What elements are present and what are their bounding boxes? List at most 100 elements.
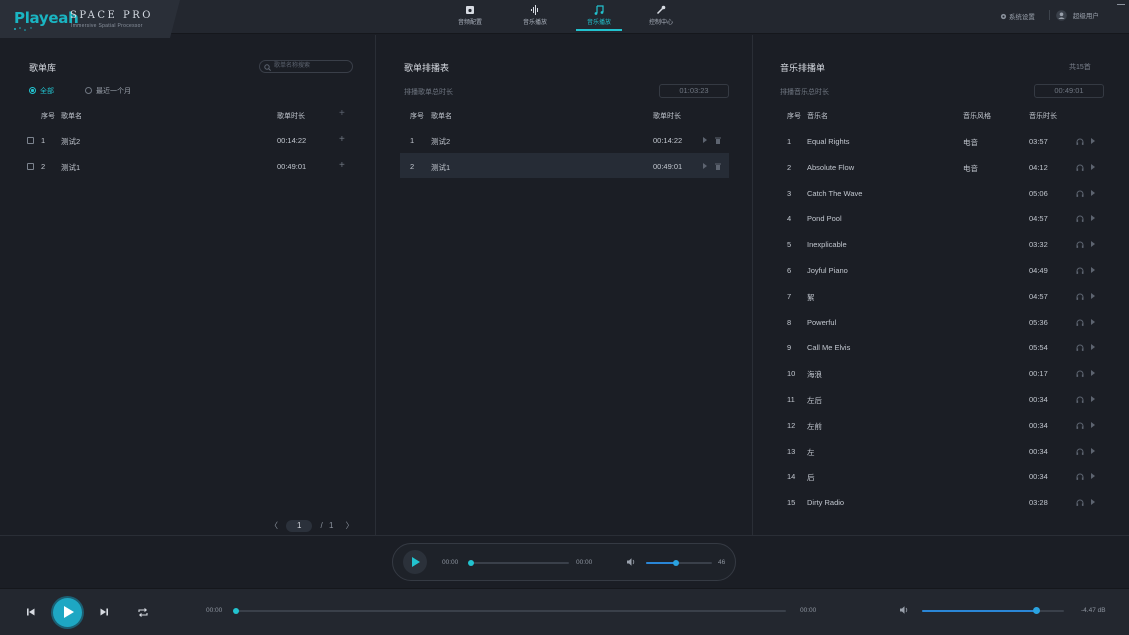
play-icon[interactable]	[1091, 421, 1095, 428]
nav-item-waveform[interactable]: 音乐播放	[512, 3, 558, 31]
playlist-row-duration: 00:34	[1029, 420, 1048, 430]
page-input[interactable]: 1	[286, 520, 313, 532]
headphone-icon[interactable]	[1076, 293, 1084, 300]
preview-progress-track[interactable]	[471, 562, 569, 564]
filter-recent-radio[interactable]: 最近一个月	[85, 86, 131, 96]
play-icon[interactable]	[1091, 138, 1095, 144]
play-icon[interactable]	[1091, 215, 1095, 222]
nav-item-speaker[interactable]: 音频配置	[447, 3, 493, 31]
headphone-icon[interactable]	[1076, 473, 1084, 481]
search-placeholder: 歌单名称搜索	[274, 63, 311, 69]
playlist-row-name[interactable]: Catch The Wave	[807, 189, 862, 198]
playlist-total-label: 排播音乐总时长	[780, 89, 829, 96]
playlist-col-index: 序号	[787, 113, 801, 120]
library-row-name[interactable]: 测试1	[61, 162, 80, 173]
play-icon[interactable]	[1091, 447, 1095, 454]
row-checkbox[interactable]	[27, 163, 34, 170]
headphone-icon[interactable]	[1076, 448, 1084, 455]
playlist-row-index: 4	[787, 214, 792, 224]
main-play-button[interactable]	[53, 598, 82, 627]
nav-item-wrench[interactable]: 控制中心	[638, 3, 684, 31]
output-volume-icon[interactable]	[900, 606, 909, 614]
main-player-bar: 00:00 00:00 -4.47 dB	[0, 588, 1129, 635]
playlist-row-name[interactable]: Dirty Radio	[807, 498, 844, 507]
play-icon[interactable]	[1091, 396, 1095, 402]
system-settings-link[interactable]: 系统设置	[1000, 11, 1035, 21]
playlist-row-name[interactable]: Joyful Piano	[807, 266, 848, 275]
previous-track-icon[interactable]	[27, 608, 35, 616]
play-icon[interactable]	[1091, 267, 1095, 273]
nav-item-label: 控制中心	[648, 20, 673, 26]
playlist-row-name[interactable]: Pond Pool	[807, 214, 842, 223]
headphone-icon[interactable]	[1076, 499, 1084, 507]
headphone-icon[interactable]	[1076, 422, 1084, 429]
playlist-col-duration: 音乐时长	[1029, 113, 1057, 120]
minimize-button[interactable]	[1117, 4, 1125, 5]
play-icon[interactable]	[1091, 344, 1095, 351]
play-icon[interactable]	[1091, 189, 1095, 196]
schedule-row-index: 2	[410, 162, 415, 171]
playlist-row-name[interactable]: Inexplicable	[807, 240, 847, 249]
play-icon[interactable]	[1091, 241, 1095, 248]
product-tagline: Immersive Spatial Processor	[71, 23, 143, 29]
add-all-button[interactable]: +	[339, 108, 345, 119]
play-icon[interactable]	[703, 163, 707, 169]
playlist-row-index: 3	[787, 188, 792, 198]
section-divider	[0, 535, 1129, 536]
delete-icon[interactable]	[715, 163, 721, 170]
playlist-row-name[interactable]: 后	[807, 472, 815, 483]
main-progress-track[interactable]	[236, 610, 786, 612]
preview-volume-knob[interactable]	[673, 560, 680, 566]
playlist-row-name[interactable]: Absolute Flow	[807, 163, 854, 172]
row-checkbox[interactable]	[27, 137, 34, 144]
playlist-row-name[interactable]: 左	[807, 447, 815, 458]
speaker-icon	[466, 6, 474, 14]
delete-icon[interactable]	[715, 137, 721, 144]
headphone-icon[interactable]	[1076, 190, 1084, 197]
volume-icon[interactable]	[627, 558, 636, 566]
headphone-icon[interactable]	[1076, 396, 1084, 403]
add-to-schedule-button[interactable]: +	[339, 160, 345, 171]
headphone-icon[interactable]	[1076, 241, 1084, 249]
library-row-name[interactable]: 测试2	[61, 136, 80, 147]
playlist-row-name[interactable]: Equal Rights	[807, 137, 850, 146]
headphone-icon[interactable]	[1076, 319, 1084, 326]
playlist-row-duration: 04:12	[1029, 162, 1048, 172]
play-icon[interactable]	[1091, 163, 1095, 170]
headphone-icon[interactable]	[1076, 267, 1084, 274]
headphone-icon[interactable]	[1076, 164, 1084, 171]
main-progress-knob[interactable]	[233, 608, 239, 614]
schedule-row-name[interactable]: 测试2	[431, 136, 450, 147]
next-page-button[interactable]: 〉	[346, 521, 354, 530]
schedule-row-name[interactable]: 测试1	[431, 162, 450, 173]
headphone-icon[interactable]	[1076, 215, 1084, 223]
preview-progress-knob[interactable]	[468, 560, 474, 566]
play-icon[interactable]	[1091, 499, 1095, 506]
preview-play-button[interactable]	[403, 550, 427, 574]
library-search-input[interactable]: 歌单名称搜索	[259, 60, 353, 73]
headphone-icon[interactable]	[1076, 138, 1084, 145]
playlist-row-name[interactable]: Powerful	[807, 318, 836, 327]
playlist-row-name[interactable]: 左后	[807, 395, 822, 406]
playlist-row-name[interactable]: 海浪	[807, 369, 822, 380]
play-icon[interactable]	[1091, 292, 1095, 299]
headphone-icon[interactable]	[1076, 370, 1084, 378]
repeat-icon[interactable]	[138, 608, 148, 617]
playlist-row-name[interactable]: Call Me Elvis	[807, 343, 850, 352]
play-icon[interactable]	[1091, 318, 1095, 325]
playlist-row-name[interactable]: 絮	[807, 292, 815, 303]
playlist-title: 音乐排播单	[780, 63, 826, 73]
next-track-icon[interactable]	[100, 608, 108, 616]
headphone-icon[interactable]	[1076, 344, 1084, 352]
add-to-schedule-button[interactable]: +	[339, 134, 345, 145]
play-icon[interactable]	[1091, 473, 1095, 480]
play-icon[interactable]	[703, 137, 707, 143]
gain-knob[interactable]	[1032, 607, 1040, 614]
playlist-row-index: 14	[787, 472, 796, 482]
play-icon[interactable]	[1091, 370, 1095, 377]
user-menu[interactable]: 超级用户	[1056, 10, 1099, 21]
prev-page-button[interactable]: 〈	[270, 521, 278, 530]
playlist-row-name[interactable]: 左前	[807, 421, 822, 432]
nav-item-music-note[interactable]: 音乐播放	[576, 3, 622, 31]
filter-all-radio[interactable]: 全部	[29, 86, 54, 96]
